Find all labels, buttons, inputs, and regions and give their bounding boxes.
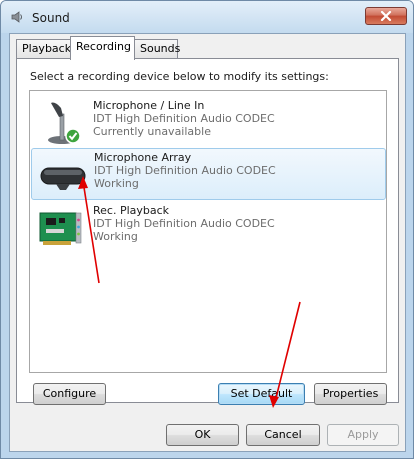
close-button[interactable]	[365, 7, 407, 25]
ok-button[interactable]: OK	[166, 424, 239, 446]
configure-button[interactable]: Configure	[33, 383, 106, 405]
properties-button[interactable]: Properties	[314, 383, 387, 405]
close-icon	[380, 11, 392, 21]
apply-button[interactable]: Apply	[327, 424, 399, 446]
set-default-button[interactable]: Set Default	[218, 383, 305, 405]
title-bar[interactable]: Sound	[1, 1, 413, 33]
device-driver: IDT High Definition Audio CODEC	[94, 164, 276, 177]
microphone-array-icon	[40, 167, 86, 190]
device-name: Rec. Playback	[93, 204, 170, 217]
speaker-icon	[11, 11, 22, 23]
tab-playback[interactable]: Playback	[16, 39, 71, 59]
sound-window: Sound Playback Recording Sounds Select a…	[0, 0, 414, 459]
recording-tab-panel: Select a recording device below to modif…	[16, 58, 399, 405]
microphone-stand-icon	[48, 102, 81, 144]
tab-sounds[interactable]: Sounds	[134, 39, 180, 59]
cancel-button[interactable]: Cancel	[246, 424, 320, 446]
sound-card-icon	[39, 212, 82, 245]
device-status: Working	[94, 177, 139, 190]
device-name: Microphone / Line In	[93, 99, 205, 112]
device-name: Microphone Array	[94, 151, 192, 164]
tab-recording[interactable]: Recording	[70, 36, 135, 60]
device-status: Working	[93, 230, 138, 243]
dialog-client-area: Playback Recording Sounds Select a recor…	[9, 33, 406, 452]
list-item-microphone-array[interactable]: Microphone Array IDT High Definition Aud…	[31, 148, 386, 200]
device-driver: IDT High Definition Audio CODEC	[93, 112, 275, 125]
list-item-microphone-line-in[interactable]: Microphone / Line In IDT High Definition…	[31, 97, 386, 149]
device-driver: IDT High Definition Audio CODEC	[93, 217, 275, 230]
window-title: Sound	[32, 11, 70, 25]
list-item-rec-playback[interactable]: Rec. Playback IDT High Definition Audio …	[31, 202, 386, 254]
device-status: Currently unavailable	[93, 125, 211, 138]
instruction-text: Select a recording device below to modif…	[30, 70, 329, 83]
device-list[interactable]: Microphone / Line In IDT High Definition…	[29, 90, 387, 373]
